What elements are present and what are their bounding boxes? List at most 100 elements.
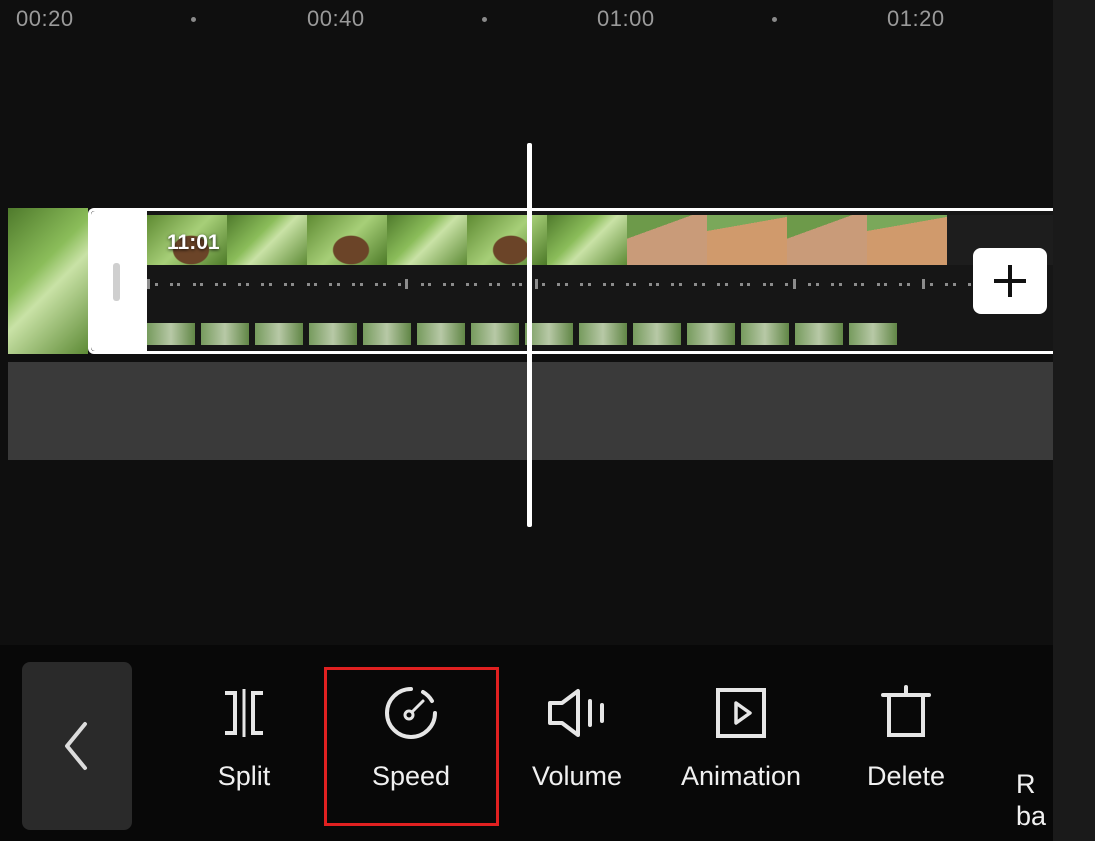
animation-button[interactable]: Animation xyxy=(671,685,811,792)
clip-duration-badge: 11:01 xyxy=(167,231,220,254)
tool-label: Animation xyxy=(680,761,802,791)
ruler-dot xyxy=(191,17,196,22)
waveform-dot xyxy=(215,283,219,286)
ruler-tick-label: 00:40 xyxy=(307,6,365,31)
bottom-toolbar: Split Speed Volume Animation Delete xyxy=(0,645,1053,841)
waveform-dot xyxy=(147,279,150,289)
waveform-dot xyxy=(192,283,196,286)
waveform-dot xyxy=(899,283,903,286)
waveform-dot xyxy=(443,283,447,286)
waveform-dot xyxy=(291,283,295,286)
waveform-dot xyxy=(283,283,287,286)
waveform-dot xyxy=(694,283,698,286)
trash-icon xyxy=(881,685,931,737)
waveform-dot xyxy=(762,283,766,286)
waveform-dot xyxy=(952,283,956,286)
trim-grip xyxy=(113,263,120,301)
waveform-dot xyxy=(747,283,751,286)
selected-video-clip[interactable]: 11:01 xyxy=(88,208,1053,354)
waveform-dot xyxy=(739,283,743,286)
volume-button[interactable]: Volume xyxy=(507,685,647,792)
waveform-dot xyxy=(428,283,432,286)
waveform-dot xyxy=(451,283,454,286)
waveform-dot xyxy=(557,283,561,286)
waveform-dot xyxy=(261,283,264,286)
waveform-dot xyxy=(671,283,675,286)
waveform-dot xyxy=(565,283,568,286)
video-editor: 00:20 00:40 01:00 01:20 11:01 Split Spee… xyxy=(0,0,1053,841)
waveform-dot xyxy=(701,283,705,286)
waveform-dot xyxy=(648,283,652,286)
waveform-dot xyxy=(329,283,333,286)
waveform-dot xyxy=(489,283,492,286)
clip-filmstrip xyxy=(147,323,897,349)
waveform-dot xyxy=(922,279,926,289)
clip-trim-handle[interactable] xyxy=(91,211,147,351)
waveform-dot xyxy=(314,283,318,286)
waveform-dot xyxy=(405,279,409,289)
back-button[interactable] xyxy=(22,662,132,830)
waveform-dot xyxy=(815,283,819,286)
waveform-dot xyxy=(268,283,272,286)
waveform-dot xyxy=(793,279,796,289)
animation-play-icon xyxy=(716,688,766,738)
waveform-dot xyxy=(808,283,812,286)
waveform-dot xyxy=(610,283,614,286)
plus-icon xyxy=(994,265,1026,297)
partial-label-line: R xyxy=(1016,769,1036,799)
waveform-dot xyxy=(907,283,910,286)
waveform-dot xyxy=(238,283,242,286)
waveform-dot xyxy=(306,283,310,286)
waveform-dot xyxy=(496,283,500,286)
clip-thumbnails xyxy=(147,215,1053,265)
waveform-dot xyxy=(929,283,933,286)
waveform-dot xyxy=(245,283,249,286)
split-icon xyxy=(225,689,263,737)
waveform-dot xyxy=(420,283,424,286)
waveform-dot xyxy=(603,283,606,286)
waveform-dot xyxy=(359,283,363,286)
waveform-dot xyxy=(831,283,834,286)
waveform-dot xyxy=(876,283,880,286)
waveform-dot xyxy=(223,283,226,286)
waveform-dot xyxy=(542,283,546,286)
waveform-dot xyxy=(534,279,538,289)
ruler-tick-label: 01:20 xyxy=(887,6,945,31)
waveform-dot xyxy=(154,283,158,286)
waveform-dot xyxy=(466,283,470,286)
tool-label: Split xyxy=(217,761,271,791)
delete-button[interactable]: Delete xyxy=(836,685,976,792)
playhead[interactable] xyxy=(527,143,532,527)
waveform-dot xyxy=(724,283,728,286)
waveform-dot xyxy=(519,283,523,286)
previous-clip-thumbnail[interactable] xyxy=(8,208,88,354)
audio-waveform xyxy=(147,271,1053,299)
volume-icon xyxy=(548,689,604,737)
waveform-dot xyxy=(580,283,584,286)
timeline-ruler: 00:20 00:40 01:00 01:20 xyxy=(0,0,1053,40)
waveform-dot xyxy=(375,283,378,286)
waveform-dot xyxy=(785,283,789,286)
partial-label-line: ba xyxy=(1016,801,1047,831)
waveform-dot xyxy=(587,283,591,286)
waveform-dot xyxy=(633,283,637,286)
waveform-dot xyxy=(177,283,181,286)
add-clip-button[interactable] xyxy=(973,248,1047,314)
waveform-dot xyxy=(838,283,842,286)
waveform-dot xyxy=(656,283,660,286)
tool-label: Volume xyxy=(531,761,623,791)
waveform-dot xyxy=(967,283,971,286)
partial-tool-label[interactable]: R ba xyxy=(1016,768,1053,832)
waveform-dot xyxy=(169,283,173,286)
right-edge-strip xyxy=(1053,0,1095,841)
tool-label: Delete xyxy=(866,761,946,791)
waveform-dot xyxy=(861,283,865,286)
waveform-dot xyxy=(884,283,888,286)
ruler-tick-label: 01:00 xyxy=(597,6,655,31)
waveform-dot xyxy=(397,283,401,286)
waveform-dot xyxy=(945,283,948,286)
split-button[interactable]: Split xyxy=(174,685,314,792)
waveform-dot xyxy=(679,283,682,286)
waveform-dot xyxy=(337,283,340,286)
ruler-dot xyxy=(482,17,487,22)
